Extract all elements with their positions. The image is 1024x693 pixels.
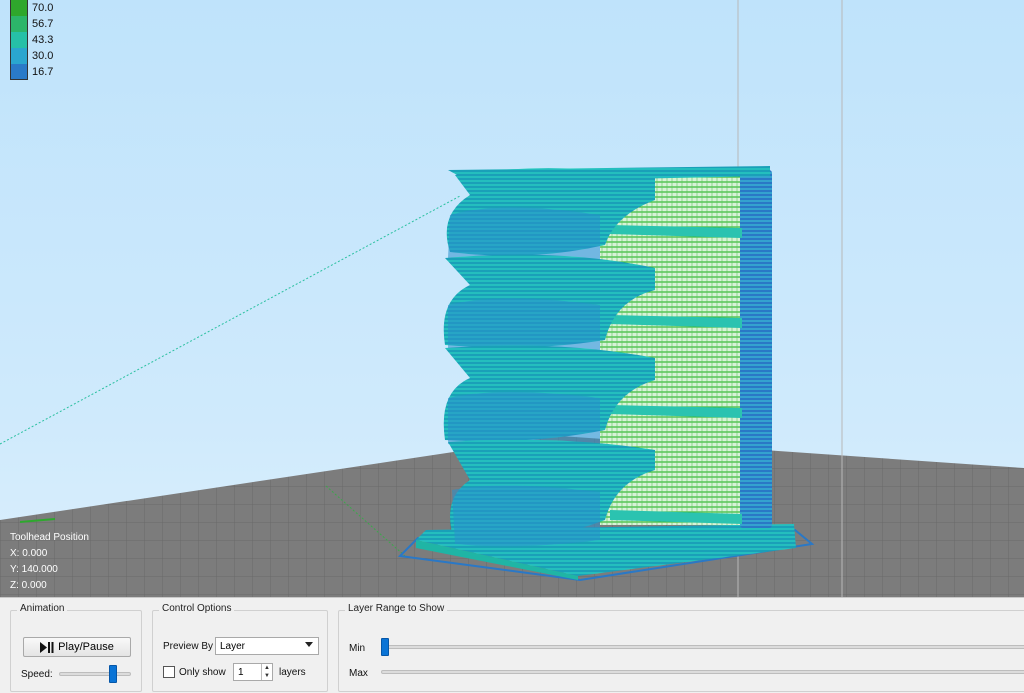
layer-range-group: Layer Range to Show Min Max: [338, 603, 1024, 692]
min-layer-slider-thumb[interactable]: [381, 638, 389, 656]
legend-value: 43.3: [32, 34, 54, 46]
preview-by-value: Layer: [220, 640, 246, 652]
preview-by-select[interactable]: Layer: [215, 637, 319, 655]
preview-by-label: Preview By: [163, 641, 214, 652]
legend-item: 56.7: [10, 16, 53, 32]
legend-swatch: [10, 16, 28, 32]
toolhead-position: Toolhead Position X: 0.000 Y: 140.000 Z:…: [10, 530, 89, 594]
print-preview-scene: [0, 0, 1024, 597]
control-options-group: Control Options Preview By Layer Only sh…: [152, 603, 328, 692]
layer-range-title: Layer Range to Show: [345, 603, 448, 614]
legend-item: 43.3: [10, 32, 53, 48]
preview-controls-panel: Animation Play/Pause Speed: Control Opti…: [0, 597, 1024, 693]
animation-group: Animation Play/Pause Speed:: [10, 603, 142, 692]
only-show-checkbox[interactable]: [163, 666, 175, 678]
min-layer-slider-track[interactable]: [381, 645, 1024, 649]
layers-label: layers: [279, 667, 306, 678]
legend-swatch: [10, 0, 28, 16]
legend-swatch: [10, 64, 28, 80]
speed-label: Speed:: [21, 669, 53, 680]
3d-preview-viewport[interactable]: 70.0 56.7 43.3 30.0 16.7 Toolhead Positi…: [0, 0, 1024, 597]
legend-value: 56.7: [32, 18, 54, 30]
max-label: Max: [349, 668, 368, 679]
legend-value: 30.0: [32, 50, 54, 62]
spin-arrows-icon[interactable]: ▲ ▼: [261, 664, 272, 680]
legend-item: 16.7: [10, 64, 53, 80]
chevron-down-icon: [305, 642, 313, 647]
legend-swatch: [10, 48, 28, 64]
play-pause-icon: [40, 641, 54, 653]
legend-value: 16.7: [32, 66, 54, 78]
layers-count-value: 1: [238, 666, 244, 678]
max-layer-slider-track[interactable]: [381, 670, 1024, 674]
speed-slider-thumb[interactable]: [109, 665, 117, 683]
toolhead-y: Y: 140.000: [10, 564, 58, 575]
play-pause-button[interactable]: Play/Pause: [23, 637, 131, 657]
toolhead-x: X: 0.000: [10, 548, 48, 559]
speed-slider-track[interactable]: [59, 672, 131, 676]
toolhead-title: Toolhead Position: [10, 532, 89, 543]
legend-item: 30.0: [10, 48, 53, 64]
only-show-label: Only show: [179, 667, 226, 678]
control-options-title: Control Options: [159, 603, 235, 614]
min-label: Min: [349, 643, 366, 654]
legend-item: 70.0: [10, 0, 53, 16]
legend-value: 70.0: [32, 2, 54, 14]
layers-count-spinbox[interactable]: 1 ▲ ▼: [233, 663, 273, 681]
toolhead-z: Z: 0.000: [10, 580, 47, 591]
play-pause-label: Play/Pause: [58, 641, 114, 653]
legend-swatch: [10, 32, 28, 48]
color-legend: 70.0 56.7 43.3 30.0 16.7: [10, 0, 53, 80]
animation-title: Animation: [17, 603, 68, 614]
